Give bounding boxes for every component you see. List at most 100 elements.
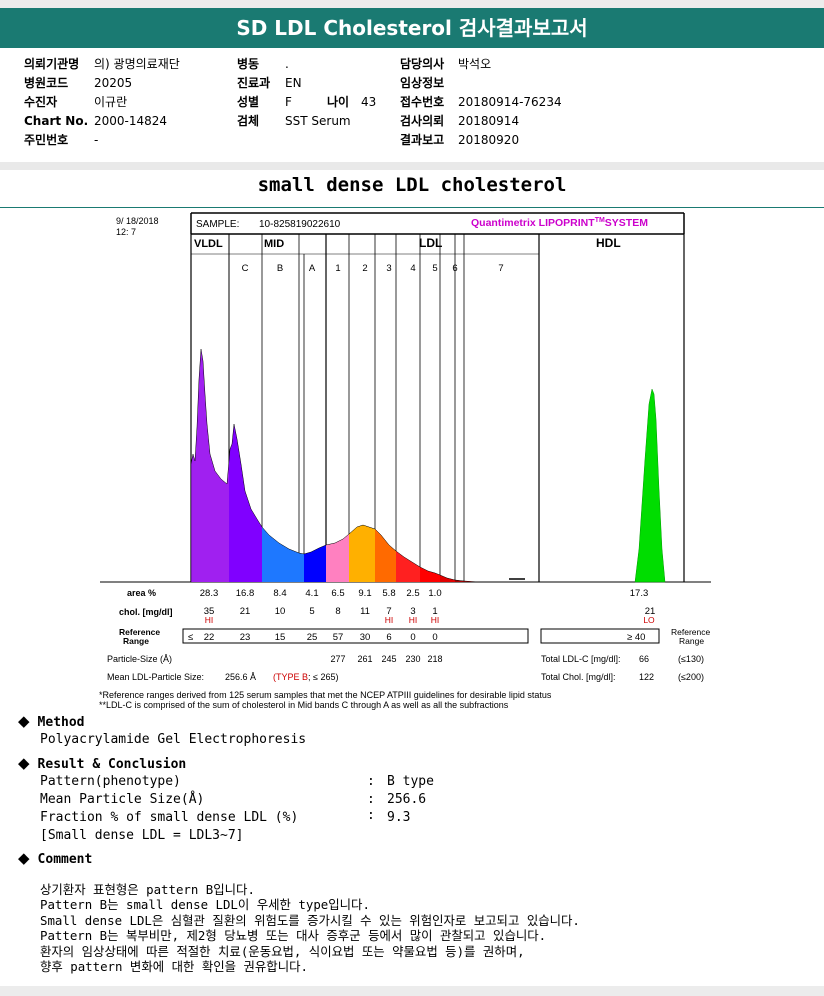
- ref-cell: 0: [432, 632, 437, 643]
- report-date: 9/ 18/2018: [116, 216, 159, 226]
- top-strip: [0, 0, 824, 8]
- info-col-3: 담당의사 박석오 임상정보 접수번호 20180914-76234 검사의뢰 2018…: [400, 55, 562, 150]
- chol-row-label: chol. [mg/dl]: [119, 607, 173, 617]
- area-cell: 28.3: [200, 588, 219, 599]
- chol-cell: 10: [275, 606, 286, 617]
- report-time: 12: 7: [116, 227, 136, 237]
- footnote-2: **LDL-C is comprised of the sum of chole…: [99, 700, 509, 710]
- band-fill-mid-c: [229, 424, 262, 582]
- band-fill-ldl-2: [349, 525, 375, 582]
- bottom-strip: [0, 986, 824, 996]
- result-row-1-value: B type: [387, 774, 434, 789]
- ref-le-sign: ≤: [188, 632, 193, 643]
- clinical-info-label: 임상정보: [400, 76, 445, 90]
- band-label-3: 3: [386, 263, 391, 274]
- result-row-2-label: Mean Particle Size(Å): [40, 792, 205, 807]
- total-ldl-label: Total LDL-C [mg/dl]:: [541, 654, 621, 664]
- band-fill-mid-b: [299, 553, 304, 582]
- comment-line: 향후 pattern 변화에 대한 확인을 권유합니다.: [40, 959, 308, 974]
- resident-no-label: 주민번호: [24, 133, 69, 147]
- section-separator: [0, 162, 824, 170]
- specimen-value: SST Serum: [285, 114, 351, 128]
- comment-line: Small dense LDL은 심혈관 질환의 위험도를 증가시킬 수 있는 …: [40, 912, 580, 928]
- area-cell: 5.8: [382, 588, 395, 599]
- particle-size-label: Particle-Size (Å): [107, 654, 172, 664]
- area-cell: 1.0: [428, 588, 441, 599]
- group-mid: MID: [264, 238, 284, 250]
- specimen-label: 검체: [237, 114, 260, 128]
- ref-cell: 25: [307, 632, 318, 643]
- band-fill-mid-a: [304, 545, 326, 582]
- institution-value: 의) 광명의료재단: [94, 57, 180, 71]
- sex-value: F: [285, 95, 292, 109]
- report-date-label: 결과보고: [400, 133, 445, 147]
- request-date-value: 20180914: [458, 114, 520, 128]
- receipt-no-label: 접수번호: [400, 95, 445, 109]
- chol-cell: 5: [309, 606, 314, 617]
- ward-value: .: [285, 57, 289, 71]
- mean-size-value: 256.6 Å: [225, 672, 256, 682]
- method-heading: ◆ Method: [18, 712, 85, 730]
- doctor-label: 담당의사: [400, 57, 445, 71]
- result-row-4-label: [Small dense LDL = LDL3~7]: [40, 828, 244, 843]
- department-value: EN: [285, 76, 302, 90]
- total-chol-ref: (≤200): [678, 672, 704, 682]
- comment-line: 환자의 임상상태에 따른 적절한 치료(운동요법, 식이요법 또는 약물요법 등…: [40, 943, 525, 959]
- sample-label: SAMPLE:: [196, 219, 239, 230]
- result-row-3-value: 9.3: [387, 810, 411, 825]
- hdl-ref-value: ≥ 40: [627, 632, 645, 643]
- ref-cell: 15: [275, 632, 286, 643]
- band-label-6: 6: [452, 263, 457, 274]
- ref-cell: 23: [240, 632, 251, 643]
- band-fill-ldl-1: [326, 534, 349, 582]
- age-label: 나이: [327, 95, 350, 109]
- patient-value: 이규란: [94, 95, 128, 109]
- hdl-area-value: 17.3: [630, 588, 649, 599]
- ref-cell: 22: [204, 632, 215, 643]
- area-cell: 4.1: [305, 588, 318, 599]
- result-row-3-colon: :: [367, 808, 375, 823]
- hi-flag: HI: [205, 615, 214, 625]
- band-label-A: A: [309, 263, 316, 274]
- area-row-label: area %: [127, 588, 156, 598]
- chol-cell: 8: [335, 606, 340, 617]
- area-cell: 9.1: [358, 588, 371, 599]
- band-label-5: 5: [432, 263, 437, 274]
- total-chol-value: 122: [639, 672, 654, 682]
- report-title: SD LDL Cholesterol 검사결과보고서: [0, 8, 824, 48]
- comment-line: Pattern B는 small dense LDL이 우세한 type입니다.: [40, 897, 370, 912]
- band-label-1: 1: [335, 263, 340, 274]
- particle-cell: 230: [405, 654, 420, 664]
- comment-body: 상기환자 표현형은 pattern B입니다. Pattern B는 small …: [40, 866, 580, 990]
- particle-cell: 245: [381, 654, 396, 664]
- area-cell: 16.8: [236, 588, 255, 599]
- chol-cell: 11: [360, 606, 370, 617]
- diamond-bullet-icon: ◆: [18, 849, 30, 867]
- method-text: Polyacrylamide Gel Electrophoresis: [40, 732, 307, 747]
- group-hdl: HDL: [596, 236, 621, 250]
- resident-no-value: -: [94, 133, 99, 147]
- band-fill-ldl-4: [396, 551, 420, 582]
- ref-cell: 6: [386, 632, 391, 643]
- patient-label: 수진자: [24, 95, 58, 109]
- particle-cell: 261: [357, 654, 372, 664]
- ref-cell: 57: [333, 632, 344, 643]
- age-value: 43: [361, 95, 377, 109]
- band-fill-ldl-5: [420, 567, 440, 582]
- sample-id: 10-825819022610: [259, 219, 341, 230]
- particle-cell: 218: [427, 654, 442, 664]
- total-ldl-value: 66: [639, 654, 649, 664]
- chart-no-label: Chart No.: [24, 114, 89, 128]
- sex-label: 성별: [237, 95, 260, 109]
- diamond-bullet-icon: ◆: [18, 712, 30, 730]
- band-label-7: 7: [498, 263, 503, 274]
- brand-label: Quantimetrix LIPOPRINTTMSYSTEM: [471, 217, 648, 229]
- department-label: 진료과: [237, 76, 271, 90]
- doctor-value: 박석오: [458, 57, 492, 71]
- receipt-no-value: 20180914-76234: [458, 95, 562, 109]
- comment-line: Pattern B는 복부비만, 제2형 당뇨병 또는 대사 증후군 등에서 많…: [40, 928, 547, 943]
- area-cell: 2.5: [406, 588, 419, 599]
- footnote-1: *Reference ranges derived from 125 serum…: [99, 690, 552, 700]
- diamond-bullet-icon: ◆: [18, 754, 30, 772]
- band-label-B: B: [277, 263, 283, 274]
